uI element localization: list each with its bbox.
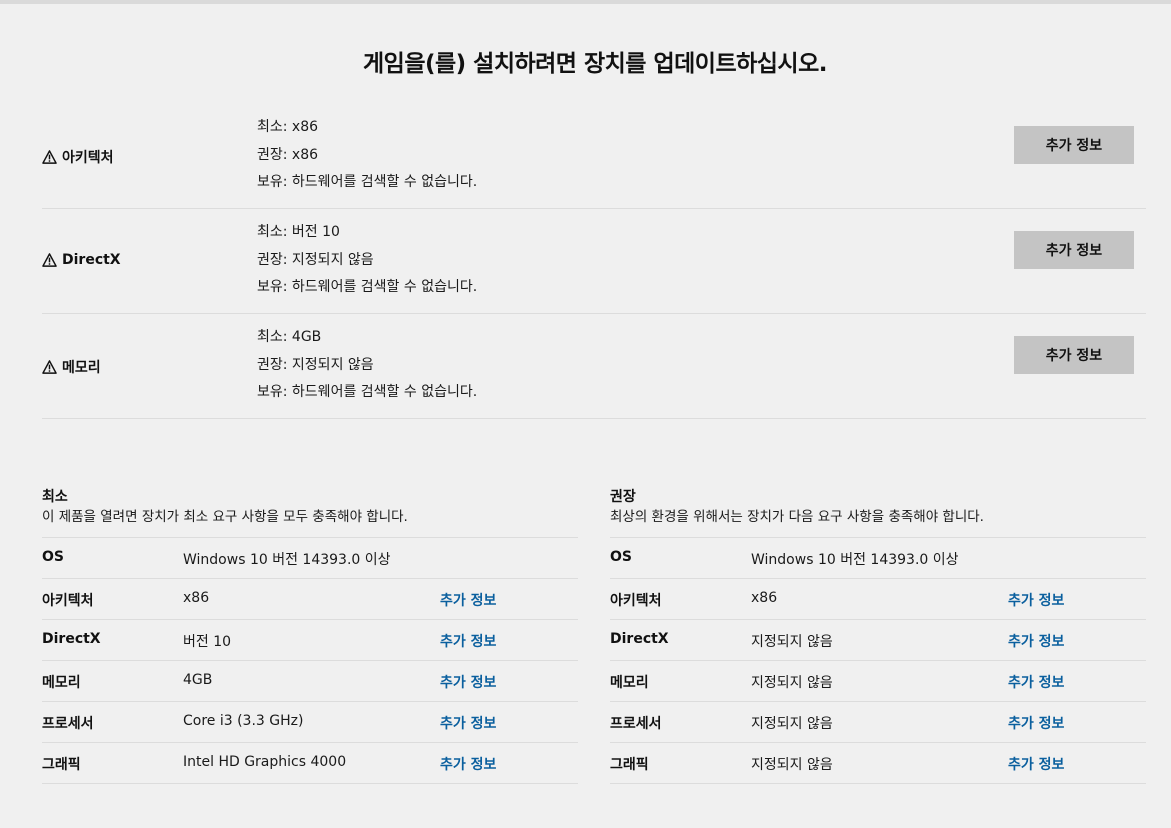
issue-details: 최소: 버전 10 권장: 지정되지 않음 보유: 하드웨어를 검색할 수 없습… [257, 219, 477, 302]
row-label: 그래픽 [42, 757, 81, 773]
row-value: Windows 10 버전 14393.0 이상 [183, 552, 391, 568]
row-label: DirectX [610, 631, 669, 647]
issue-current: 보유: 하드웨어를 검색할 수 없습니다. [257, 384, 478, 400]
recommended-description: 최상의 환경을 위해서는 장치가 다음 요구 사항을 충족해야 합니다. [610, 509, 984, 525]
row-label: 아키텍처 [610, 593, 662, 609]
issue-list: 아키텍처 최소: x86 권장: x86 보유: 하드웨어를 검색할 수 없습니… [42, 104, 1146, 419]
table-row: 아키텍처 x86 추가 정보 [42, 579, 578, 620]
row-label: 프로세서 [610, 716, 662, 732]
recommended-table: OS Windows 10 버전 14393.0 이상 아키텍처 x86 추가 … [610, 537, 1146, 784]
minimum-requirements: 최소 이 제품을 열려면 장치가 최소 요구 사항을 모두 충족해야 합니다. … [42, 488, 578, 784]
more-info-button[interactable]: 추가 정보 [1014, 336, 1134, 374]
table-row: 아키텍처 x86 추가 정보 [610, 579, 1146, 620]
issue-minimum: 최소: x86 [257, 119, 319, 135]
recommended-title: 권장 [610, 489, 636, 505]
row-value: 지정되지 않음 [751, 757, 833, 773]
more-info-link[interactable]: 추가 정보 [1008, 631, 1064, 651]
issue-details: 최소: 4GB 권장: 지정되지 않음 보유: 하드웨어를 검색할 수 없습니다… [257, 324, 477, 407]
warning-icon [42, 253, 57, 267]
row-value: 지정되지 않음 [751, 634, 833, 650]
row-label: 메모리 [610, 675, 649, 691]
row-label: 메모리 [42, 675, 81, 691]
more-info-link[interactable]: 추가 정보 [440, 590, 496, 610]
issue-current: 보유: 하드웨어를 검색할 수 없습니다. [257, 174, 478, 190]
more-info-link[interactable]: 추가 정보 [1008, 713, 1064, 733]
row-label: 프로세서 [42, 716, 94, 732]
row-value: Windows 10 버전 14393.0 이상 [751, 552, 959, 568]
issue-row-memory: 메모리 최소: 4GB 권장: 지정되지 않음 보유: 하드웨어를 검색할 수 … [42, 314, 1146, 419]
table-row: 프로세서 지정되지 않음 추가 정보 [610, 702, 1146, 743]
row-label: 아키텍처 [42, 593, 94, 609]
row-value: 4GB [183, 672, 213, 688]
table-row: DirectX 지정되지 않음 추가 정보 [610, 620, 1146, 661]
top-divider [0, 0, 1171, 4]
issue-name: 메모리 [42, 357, 101, 377]
row-label: OS [42, 549, 64, 565]
issue-current: 보유: 하드웨어를 검색할 수 없습니다. [257, 279, 478, 295]
more-info-link[interactable]: 추가 정보 [1008, 590, 1064, 610]
more-info-link[interactable]: 추가 정보 [1008, 754, 1064, 774]
issue-minimum: 최소: 버전 10 [257, 224, 340, 240]
issue-name: 아키텍처 [42, 147, 114, 167]
table-row: OS Windows 10 버전 14393.0 이상 [610, 538, 1146, 579]
table-row: 그래픽 Intel HD Graphics 4000 추가 정보 [42, 743, 578, 784]
issue-recommended: 권장: 지정되지 않음 [257, 356, 374, 373]
more-info-button[interactable]: 추가 정보 [1014, 126, 1134, 164]
warning-icon [42, 360, 57, 374]
more-info-button[interactable]: 추가 정보 [1014, 231, 1134, 269]
page-title: 게임을(를) 설치하려면 장치를 업데이트하십시오. [363, 51, 827, 77]
minimum-table: OS Windows 10 버전 14393.0 이상 아키텍처 x86 추가 … [42, 537, 578, 784]
minimum-description: 이 제품을 열려면 장치가 최소 요구 사항을 모두 충족해야 합니다. [42, 509, 408, 525]
issue-name-label: 아키텍처 [62, 150, 114, 166]
issue-name: DirectX [42, 252, 121, 268]
row-value: Core i3 (3.3 GHz) [183, 713, 304, 729]
row-value: 버전 10 [183, 634, 232, 650]
row-label: 그래픽 [610, 757, 649, 773]
issue-row-directx: DirectX 최소: 버전 10 권장: 지정되지 않음 보유: 하드웨어를 … [42, 209, 1146, 314]
row-value: 지정되지 않음 [751, 716, 833, 732]
issue-recommended: 권장: x86 [257, 146, 319, 163]
more-info-link[interactable]: 추가 정보 [440, 713, 496, 733]
issue-recommended: 권장: 지정되지 않음 [257, 251, 374, 268]
table-row: 프로세서 Core i3 (3.3 GHz) 추가 정보 [42, 702, 578, 743]
row-label: DirectX [42, 631, 101, 647]
issue-row-architecture: 아키텍처 최소: x86 권장: x86 보유: 하드웨어를 검색할 수 없습니… [42, 104, 1146, 209]
table-row: DirectX 버전 10 추가 정보 [42, 620, 578, 661]
table-row: OS Windows 10 버전 14393.0 이상 [42, 538, 578, 579]
table-row: 메모리 지정되지 않음 추가 정보 [610, 661, 1146, 702]
row-value: 지정되지 않음 [751, 675, 833, 691]
row-label: OS [610, 549, 632, 565]
more-info-link[interactable]: 추가 정보 [440, 672, 496, 692]
more-info-link[interactable]: 추가 정보 [1008, 672, 1064, 692]
issue-name-label: 메모리 [62, 360, 101, 376]
row-value: Intel HD Graphics 4000 [183, 754, 347, 770]
table-row: 그래픽 지정되지 않음 추가 정보 [610, 743, 1146, 784]
issue-details: 최소: x86 권장: x86 보유: 하드웨어를 검색할 수 없습니다. [257, 114, 477, 197]
more-info-link[interactable]: 추가 정보 [440, 631, 496, 651]
more-info-link[interactable]: 추가 정보 [440, 754, 496, 774]
recommended-requirements: 권장 최상의 환경을 위해서는 장치가 다음 요구 사항을 충족해야 합니다. … [610, 488, 1146, 784]
issue-minimum: 최소: 4GB [257, 329, 322, 345]
table-row: 메모리 4GB 추가 정보 [42, 661, 578, 702]
issue-name-label: DirectX [62, 252, 121, 268]
row-value: x86 [751, 590, 778, 606]
requirements-page: 게임을(를) 설치하려면 장치를 업데이트하십시오. 아키텍처 최소: x86 … [0, 0, 1171, 828]
minimum-title: 최소 [42, 489, 68, 505]
row-value: x86 [183, 590, 210, 606]
warning-icon [42, 150, 57, 164]
